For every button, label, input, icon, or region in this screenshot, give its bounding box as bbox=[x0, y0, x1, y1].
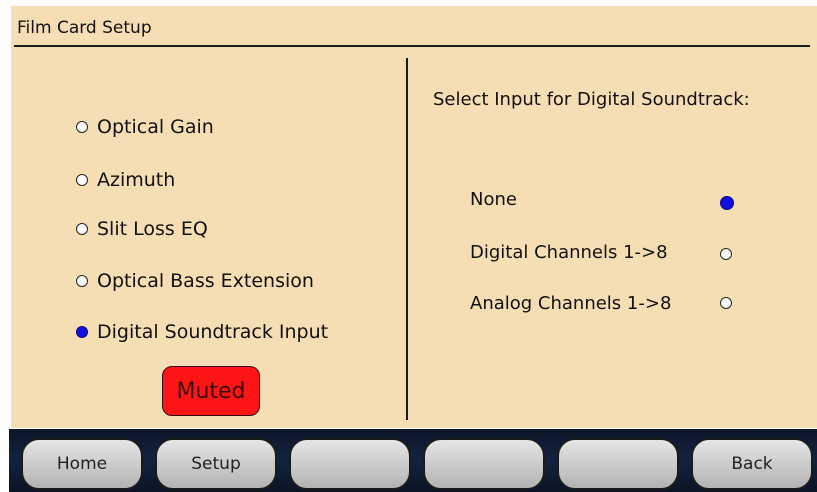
input-option-analog-label: Analog Channels 1->8 bbox=[470, 293, 672, 314]
radio-none[interactable] bbox=[720, 195, 734, 210]
radio-analog-channels[interactable] bbox=[720, 296, 732, 309]
nav-button-blank-2[interactable] bbox=[423, 438, 545, 490]
nav-button-blank-3[interactable] bbox=[557, 438, 679, 490]
input-option-digital-channels[interactable] bbox=[720, 243, 732, 262]
option-slit-loss-eq[interactable]: Slit Loss EQ bbox=[76, 218, 208, 240]
option-label: Azimuth bbox=[97, 169, 176, 191]
radio-slit-loss-eq[interactable] bbox=[76, 223, 88, 235]
option-label: Optical Bass Extension bbox=[97, 270, 314, 292]
radio-digital-soundtrack-input[interactable] bbox=[76, 326, 88, 338]
input-option-digital-label: Digital Channels 1->8 bbox=[470, 242, 668, 263]
option-azimuth[interactable]: Azimuth bbox=[76, 169, 175, 191]
option-optical-bass-extension[interactable]: Optical Bass Extension bbox=[76, 270, 314, 292]
setup-panel bbox=[11, 6, 817, 428]
option-digital-soundtrack-input[interactable]: Digital Soundtrack Input bbox=[76, 321, 328, 343]
column-divider bbox=[406, 58, 408, 420]
page-title: Film Card Setup bbox=[17, 18, 152, 38]
input-option-analog-channels[interactable] bbox=[720, 292, 732, 311]
setup-button[interactable]: Setup bbox=[155, 438, 277, 490]
option-label: Optical Gain bbox=[97, 116, 214, 138]
radio-digital-channels[interactable] bbox=[720, 247, 732, 260]
nav-button-blank-1[interactable] bbox=[289, 438, 411, 490]
muted-button[interactable]: Muted bbox=[162, 366, 260, 416]
radio-azimuth[interactable] bbox=[76, 174, 88, 186]
input-option-none[interactable] bbox=[720, 192, 734, 211]
input-option-none-label: None bbox=[470, 189, 517, 210]
home-button[interactable]: Home bbox=[21, 438, 143, 490]
option-label: Slit Loss EQ bbox=[97, 218, 208, 240]
back-button[interactable]: Back bbox=[691, 438, 813, 490]
radio-optical-bass-extension[interactable] bbox=[76, 275, 88, 287]
digital-input-prompt: Select Input for Digital Soundtrack: bbox=[433, 89, 750, 110]
radio-optical-gain[interactable] bbox=[76, 121, 88, 133]
option-label: Digital Soundtrack Input bbox=[97, 321, 329, 343]
title-divider bbox=[14, 45, 810, 47]
option-optical-gain[interactable]: Optical Gain bbox=[76, 116, 214, 138]
